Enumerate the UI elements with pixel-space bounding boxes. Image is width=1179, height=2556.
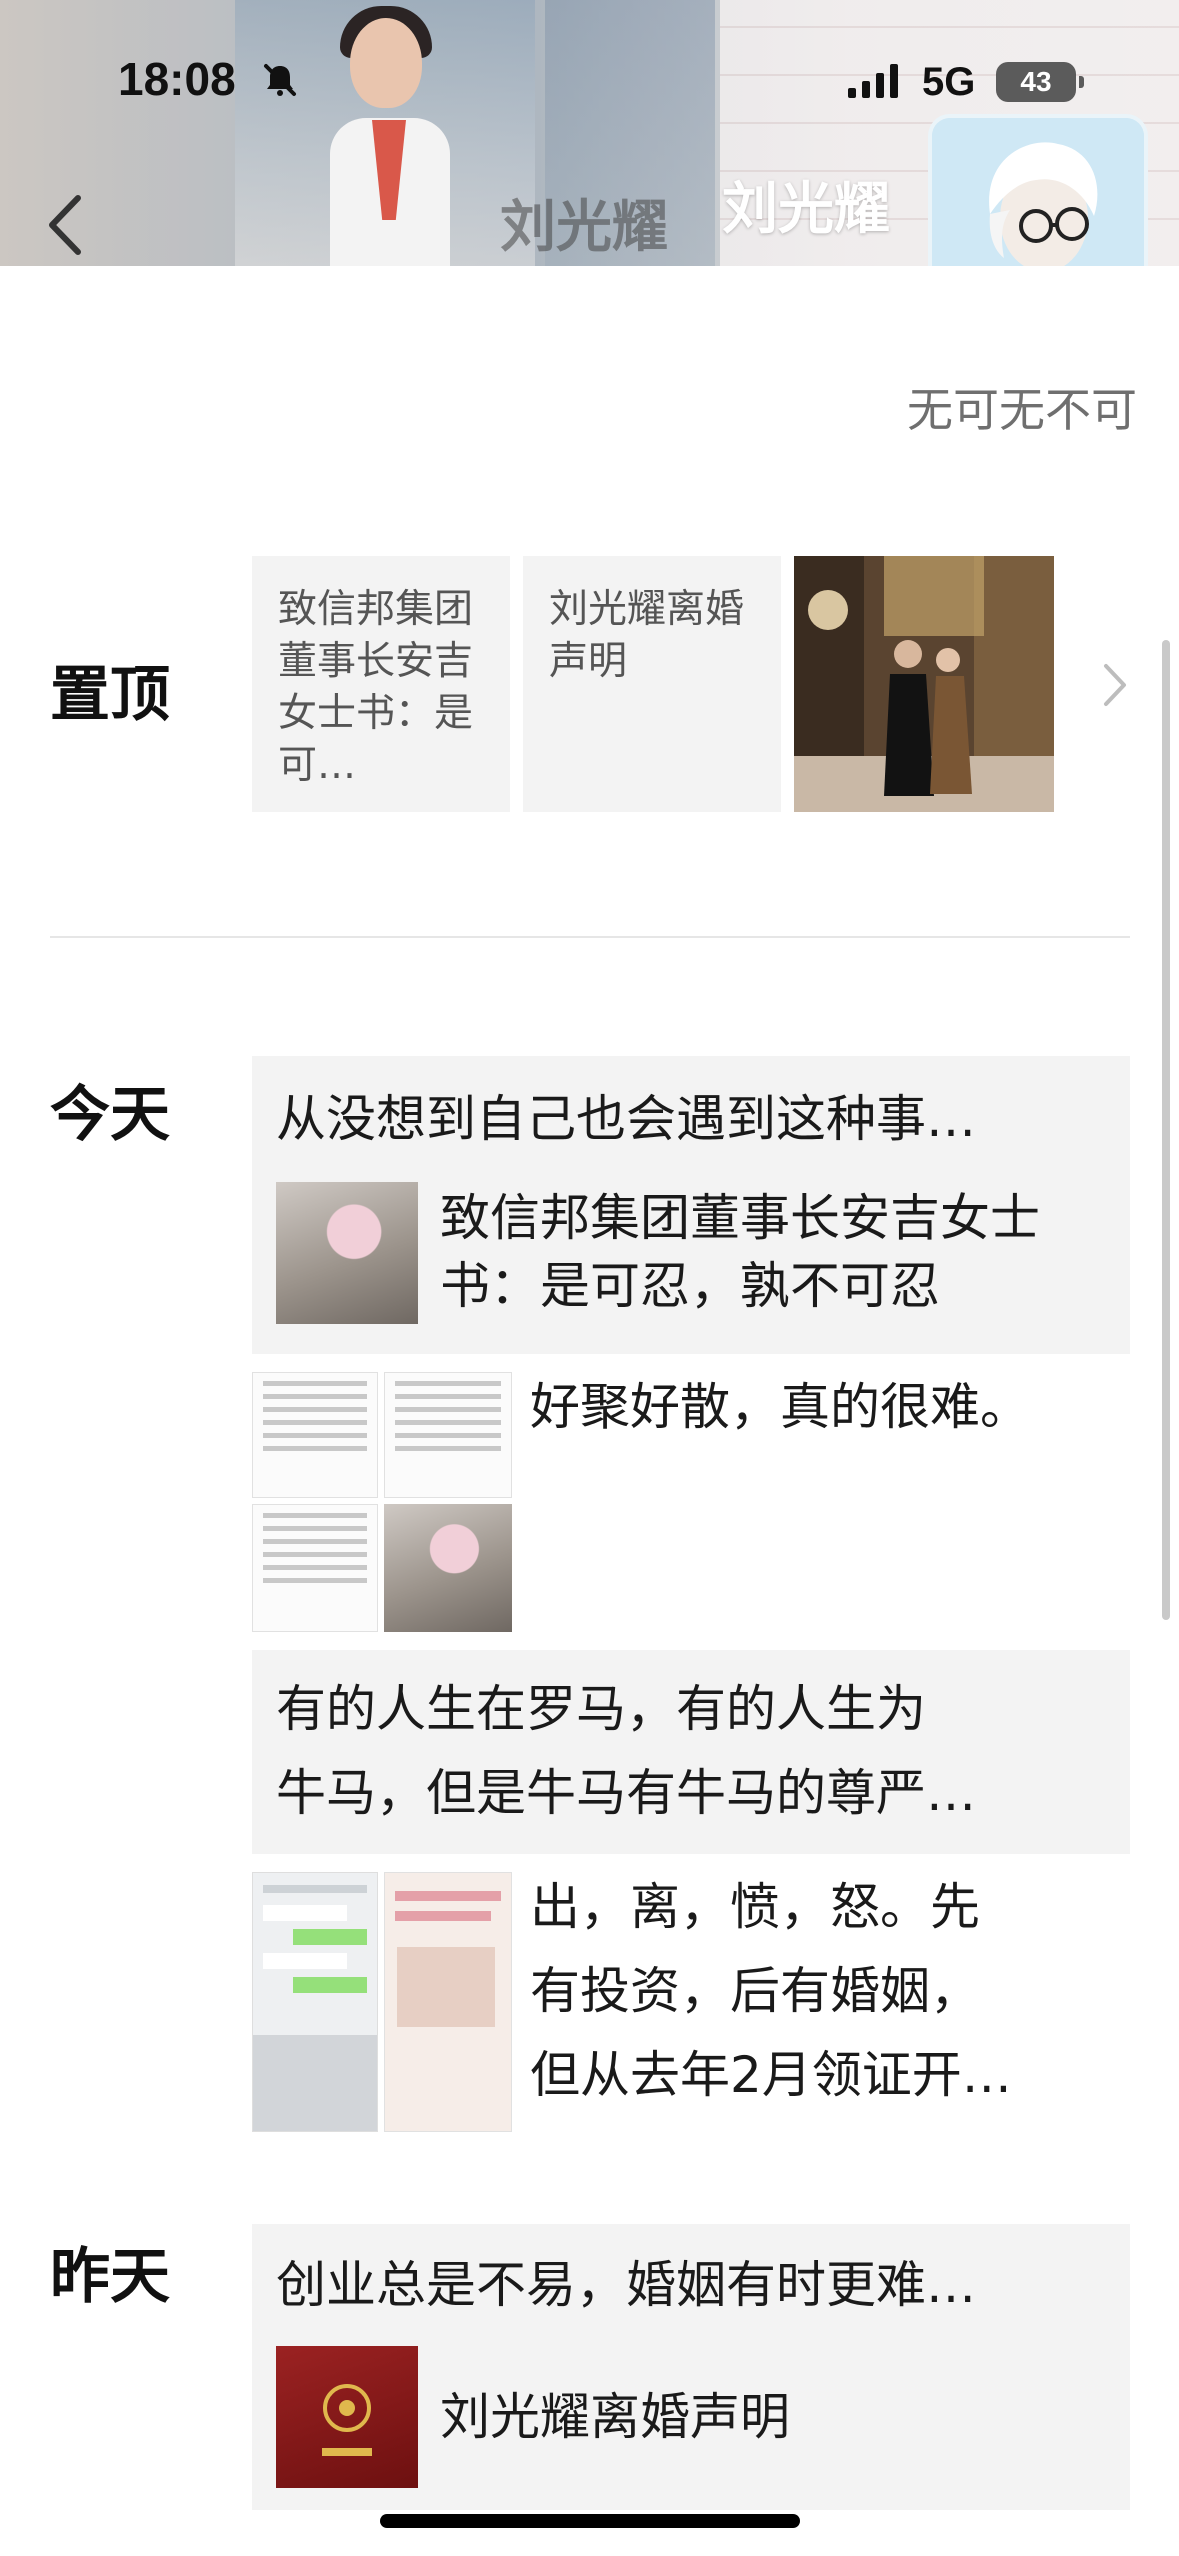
pinned-card-text: 刘光耀离婚声明 xyxy=(549,587,745,684)
post-text-line: 但从去年2月领证开… xyxy=(530,2046,1012,2104)
grid-image-4 xyxy=(384,1504,512,1632)
profile-signature: 无可无不可 xyxy=(907,383,1137,437)
article-thumbnail xyxy=(276,2346,418,2488)
status-time: 18:08 xyxy=(118,53,236,105)
pinned-card-2[interactable]: 刘光耀离婚声明 xyxy=(523,556,781,812)
section-divider xyxy=(50,936,1130,938)
article-link-title: 刘光耀离婚声明 xyxy=(440,2388,790,2446)
signal-icon xyxy=(848,64,898,98)
grid-image-2 xyxy=(384,1872,512,2132)
profile-name: 刘光耀 xyxy=(722,177,890,242)
post-image-grid[interactable] xyxy=(252,1872,512,2132)
grid-image-chat xyxy=(252,1872,378,2132)
pinned-card-1[interactable]: 致信邦集团董事长安吉女士书：是可… xyxy=(252,556,510,812)
post-text-line: 牛马，但是牛马有牛马的尊严… xyxy=(276,1764,976,1822)
grid-image-2 xyxy=(384,1372,512,1498)
pinned-card-photo[interactable] xyxy=(794,556,1054,812)
today-label: 今天 xyxy=(50,1080,170,1150)
network-type: 5G xyxy=(922,60,976,104)
post-text: 创业总是不易，婚姻有时更难… xyxy=(276,2256,976,2314)
battery-icon: 43 xyxy=(996,62,1084,102)
chevron-right-icon[interactable] xyxy=(1100,660,1130,710)
couple-photo xyxy=(794,556,1054,812)
cover-name-ghost: 刘光耀 xyxy=(500,195,668,260)
pinned-label: 置顶 xyxy=(50,660,170,730)
post-text-line: 出，离，愤，怒。先 xyxy=(530,1878,980,1936)
home-indicator[interactable] xyxy=(380,2514,800,2528)
scrollbar[interactable] xyxy=(1162,640,1170,1620)
post-text-line: 有投资，后有婚姻， xyxy=(530,1962,980,2020)
pinned-card-text: 致信邦集团董事长安吉女士书：是可… xyxy=(278,587,474,788)
grid-image-3 xyxy=(252,1504,378,1632)
certificate-emblem-icon xyxy=(322,2384,372,2456)
grid-image-1 xyxy=(252,1372,378,1498)
article-link-title: 致信邦集团董事长安吉女士书：是可忍，孰不可忍 xyxy=(440,1189,1040,1315)
article-thumbnail xyxy=(276,1182,418,1324)
post-text-line: 有的人生在罗马，有的人生为 xyxy=(276,1680,926,1738)
back-icon[interactable] xyxy=(40,190,90,260)
post-text: 好聚好散，真的很难。 xyxy=(530,1378,1030,1436)
post-image-grid[interactable] xyxy=(252,1372,512,1632)
bell-muted-icon xyxy=(264,64,296,96)
post-text: 从没想到自己也会遇到这种事… xyxy=(276,1090,976,1148)
yesterday-label: 昨天 xyxy=(50,2242,170,2312)
